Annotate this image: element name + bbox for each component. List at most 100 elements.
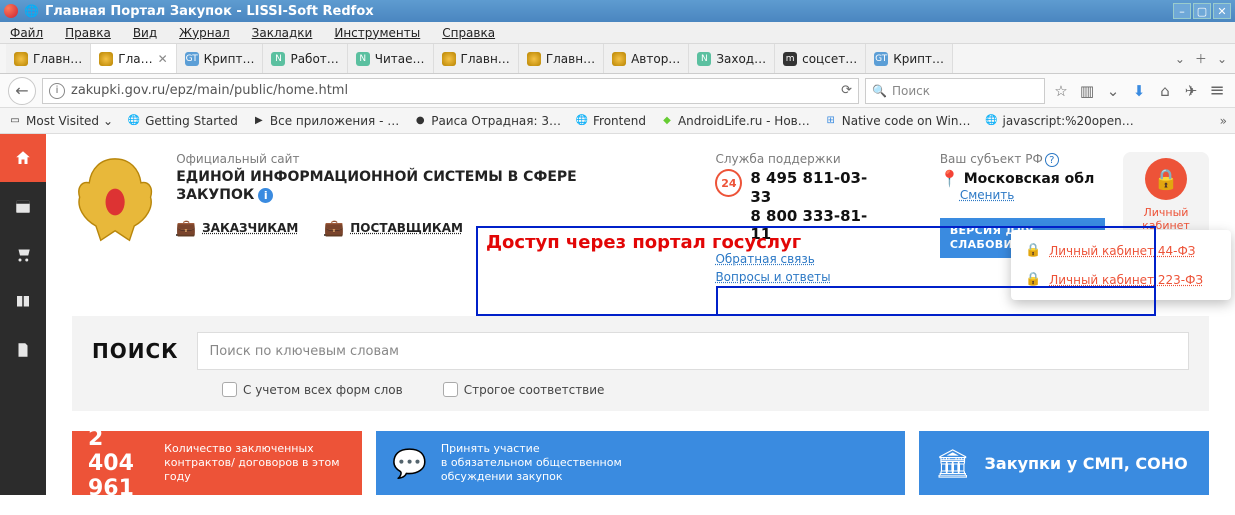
badge-24-icon: 24 (715, 169, 742, 197)
site-sidebar (0, 134, 46, 495)
browser-tab[interactable]: Главн… (6, 44, 91, 73)
browser-tab[interactable]: mсоцсет… (775, 44, 866, 73)
stat-number: 2 404 961 (88, 426, 150, 501)
sidebar-book[interactable] (0, 278, 46, 326)
bookmark-frontend[interactable]: 🌐Frontend (575, 114, 646, 128)
bookmarks-overflow-icon[interactable]: » (1220, 114, 1227, 128)
search-input[interactable]: Поиск по ключевым словам (197, 332, 1189, 370)
checkbox-icon (222, 382, 237, 397)
card3-text: Закупки у СМП, СОНО (985, 454, 1188, 473)
card2-text: Принять участие в обязательном обществен… (441, 442, 622, 485)
document-icon (14, 341, 32, 359)
tab-close-icon[interactable]: ✕ (158, 52, 168, 66)
menu-help[interactable]: Справка (442, 26, 495, 40)
hamburger-menu-icon[interactable]: ≡ (1207, 80, 1227, 101)
sidebar-home[interactable] (0, 134, 46, 182)
browser-search-box[interactable]: 🔍 Поиск (865, 78, 1045, 104)
tab-list-button[interactable]: ⌄ (1175, 52, 1185, 66)
help-icon[interactable]: ? (1045, 153, 1059, 167)
link-suppliers[interactable]: 💼ПОСТАВЩИКАМ (324, 218, 463, 237)
tab-overflow-button[interactable]: ⌄ (1217, 52, 1227, 66)
url-bar[interactable]: i zakupki.gov.ru/epz/main/public/home.ht… (42, 78, 859, 104)
book-icon (14, 293, 32, 311)
menu-journal[interactable]: Журнал (179, 26, 230, 40)
bookmark-native-code[interactable]: ⊞Native code on Win… (824, 114, 971, 128)
favicon-icon (99, 52, 113, 66)
browser-tab[interactable]: NЗаход… (689, 44, 775, 73)
info-cards-row: 2 404 961 Количество заключенных контрак… (72, 431, 1209, 495)
browser-tab[interactable]: Главн… (519, 44, 604, 73)
tab-label: Главн… (461, 52, 510, 66)
checkbox-all-forms[interactable]: С учетом всех форм слов (222, 382, 403, 397)
browser-tab[interactable]: GTКрипт… (177, 44, 264, 73)
map-pin-icon: 📍 (940, 169, 960, 188)
bookmark-js-open[interactable]: 🌐javascript:%20open… (984, 114, 1133, 128)
official-label: Официальный сайт (176, 152, 657, 166)
favicon-icon (14, 52, 28, 66)
favicon-icon: GT (185, 52, 199, 66)
tab-label: Гла… (118, 52, 152, 66)
briefcase-icon: 💼 (176, 218, 196, 237)
page-viewport[interactable]: Официальный сайт ЕДИНОЙ ИНФОРМАЦИОННОЙ С… (0, 134, 1235, 515)
menu-bar: Файл Правка Вид Журнал Закладки Инструме… (0, 22, 1235, 44)
download-icon[interactable]: ⬇ (1129, 82, 1149, 100)
bookmark-apps[interactable]: ▶Все приложения - … (252, 114, 399, 128)
stat-label: Количество заключенных контрактов/ догов… (164, 442, 346, 485)
favicon-icon: GT (874, 52, 888, 66)
search-panel: ПОИСК Поиск по ключевым словам С учетом … (72, 316, 1209, 411)
menu-file[interactable]: Файл (10, 26, 43, 40)
browser-tab[interactable]: Главн… (434, 44, 519, 73)
site-info-icon[interactable]: i (49, 83, 65, 99)
checkbox-strict[interactable]: Строгое соответствие (443, 382, 605, 397)
favicon-icon: m (783, 52, 797, 66)
bookmark-androidlife[interactable]: ◆AndroidLife.ru - Нов… (660, 114, 810, 128)
bookmark-raisa[interactable]: ●Раиса Отрадная: 3… (413, 114, 561, 128)
card-statistics[interactable]: 2 404 961 Количество заключенных контрак… (72, 431, 362, 495)
tab-strip: Главн… Гла… ✕ GT Крипт… NРабот…NЧитае… Главн… Г… (0, 44, 1235, 74)
reload-icon[interactable]: ⟳ (841, 83, 852, 98)
browser-tab[interactable]: GT Крипт… (866, 44, 953, 73)
card-smp[interactable]: 🏛 Закупки у СМП, СОНО (919, 431, 1209, 495)
home-icon[interactable]: ⌂ (1155, 82, 1175, 100)
send-icon[interactable]: ✈ (1181, 82, 1201, 100)
menu-view[interactable]: Вид (133, 26, 157, 40)
checkbox-icon (443, 382, 458, 397)
close-button[interactable]: ✕ (1213, 3, 1231, 19)
search-heading: ПОИСК (92, 339, 179, 363)
bookmark-getting-started[interactable]: 🌐Getting Started (127, 114, 238, 128)
menu-bookmarks[interactable]: Закладки (252, 26, 313, 40)
back-button[interactable]: ← (8, 77, 36, 105)
browser-tab[interactable]: Автор… (604, 44, 689, 73)
sidebar-calendar[interactable] (0, 182, 46, 230)
menu-edit[interactable]: Правка (65, 26, 111, 40)
subject-label: Ваш субъект РФ (940, 152, 1043, 166)
tab-label: Читае… (375, 52, 425, 66)
change-region-link[interactable]: Сменить (960, 188, 1105, 202)
search-icon: 🔍 (872, 84, 887, 98)
minimize-button[interactable]: – (1173, 3, 1191, 19)
tab-label: Главн… (33, 52, 82, 66)
sidebar-cart[interactable] (0, 230, 46, 278)
new-tab-button[interactable]: ＋ (1195, 50, 1207, 67)
cart-icon (14, 245, 32, 263)
browser-tab[interactable]: NЧитае… (348, 44, 434, 73)
bank-icon: 🏛 (935, 447, 971, 480)
bookmark-most-visited[interactable]: ▭Most Visited⌄ (8, 114, 113, 128)
region-name: Московская обл (964, 171, 1095, 187)
page-content: Официальный сайт ЕДИНОЙ ИНФОРМАЦИОННОЙ С… (46, 134, 1235, 495)
bookmark-star-icon[interactable]: ☆ (1051, 82, 1071, 100)
sidebar-document[interactable] (0, 326, 46, 374)
maximize-button[interactable]: ▢ (1193, 3, 1211, 19)
reader-icon[interactable]: ▥ (1077, 82, 1097, 100)
info-icon[interactable]: i (258, 188, 273, 203)
tab-label: Главн… (546, 52, 595, 66)
browser-tab[interactable]: Гла… ✕ (91, 44, 176, 73)
tab-label: Заход… (716, 52, 766, 66)
menu-tools[interactable]: Инструменты (334, 26, 420, 40)
pocket-icon[interactable]: ⌄ (1103, 82, 1123, 100)
window-titlebar: 🌐 Главная Портал Закупок - LISSI-Soft Re… (0, 0, 1235, 22)
link-customers[interactable]: 💼ЗАКАЗЧИКАМ (176, 218, 298, 237)
card-discussion[interactable]: 💬 Принять участие в обязательном обществ… (376, 431, 905, 495)
browser-tab[interactable]: NРабот… (263, 44, 347, 73)
tab-label: Крипт… (893, 52, 944, 66)
